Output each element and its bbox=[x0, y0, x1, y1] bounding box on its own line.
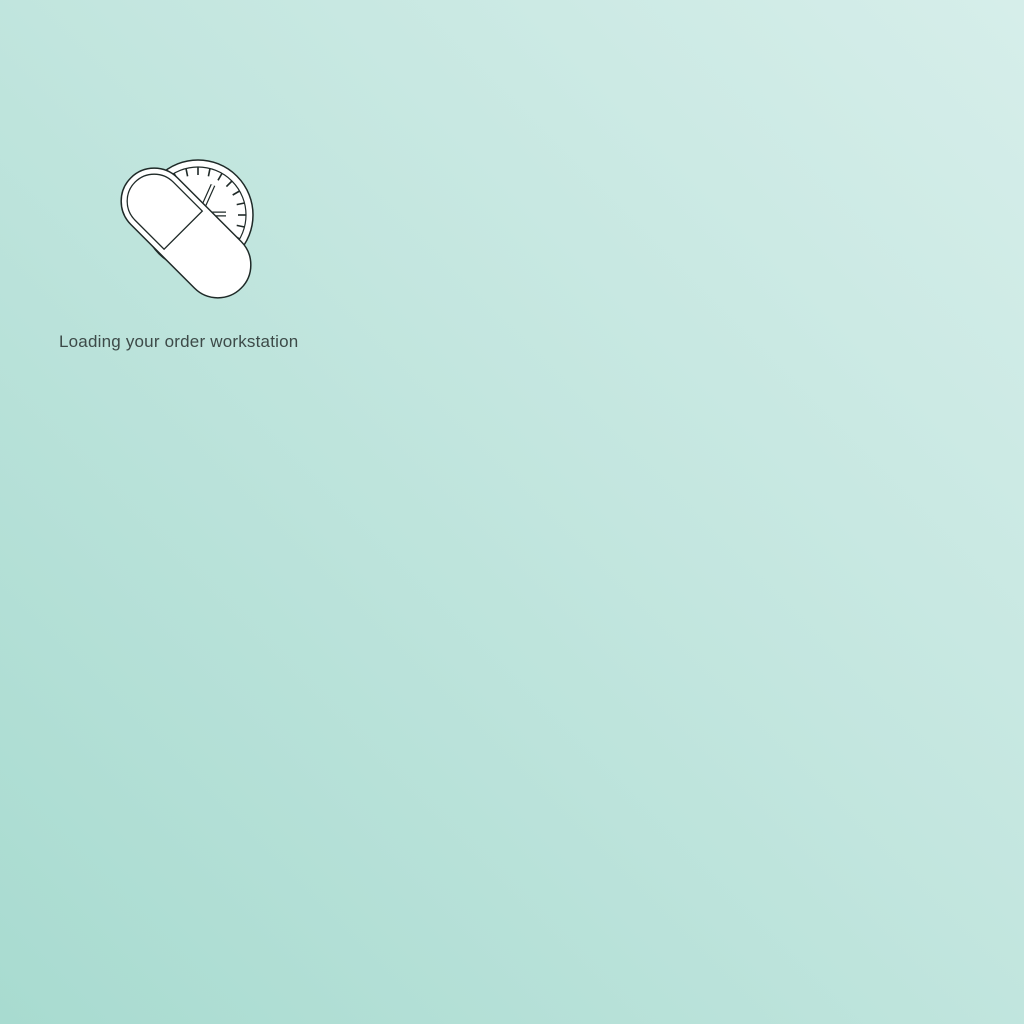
loading-message: Loading your order workstation bbox=[59, 332, 299, 351]
pill-clock-icon bbox=[112, 157, 258, 303]
